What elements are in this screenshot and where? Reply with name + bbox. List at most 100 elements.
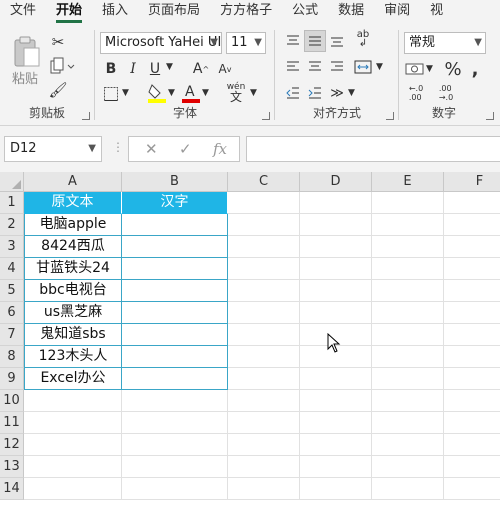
row-header-5[interactable]: 5	[0, 280, 24, 302]
chevron-down-icon[interactable]: ▼	[202, 88, 209, 98]
cell-d10[interactable]	[300, 390, 372, 412]
column-header-c[interactable]: C	[228, 172, 300, 192]
cell-f14[interactable]	[444, 478, 500, 500]
borders-icon[interactable]	[100, 84, 122, 104]
underline-button[interactable]: U	[144, 58, 166, 80]
column-header-d[interactable]: D	[300, 172, 372, 192]
cell-f1[interactable]	[444, 192, 500, 214]
number-format-dropdown[interactable]: 常规 ▼	[404, 32, 486, 54]
row-header-3[interactable]: 3	[0, 236, 24, 258]
tab-home[interactable]: 开始	[46, 0, 92, 24]
phonetic-icon[interactable]: wén 文	[222, 80, 250, 104]
name-box[interactable]: D12 ▼	[4, 136, 102, 162]
cell-b11[interactable]	[122, 412, 228, 434]
cell-b7[interactable]	[122, 324, 228, 346]
font-name-dropdown[interactable]: Microsoft YaHei UI ▼	[100, 32, 222, 54]
cell-a14[interactable]	[24, 478, 122, 500]
copy-icon[interactable]	[48, 56, 76, 76]
cell-d2[interactable]	[300, 214, 372, 236]
cell-b13[interactable]	[122, 456, 228, 478]
decrease-indent-icon[interactable]	[282, 82, 304, 104]
comma-style-icon[interactable]: ,	[464, 58, 486, 80]
chevron-down-icon[interactable]: ▼	[250, 88, 257, 98]
increase-decimal-button[interactable]: ←.0 .00	[404, 82, 428, 104]
row-header-1[interactable]: 1	[0, 192, 24, 214]
cell-e10[interactable]	[372, 390, 444, 412]
select-all-button[interactable]	[0, 172, 24, 192]
row-header-13[interactable]: 13	[0, 456, 24, 478]
cell-f13[interactable]	[444, 456, 500, 478]
alignment-dialog-launcher[interactable]	[386, 112, 394, 120]
increase-indent-icon[interactable]	[304, 82, 326, 104]
cell-d1[interactable]	[300, 192, 372, 214]
cell-e2[interactable]	[372, 214, 444, 236]
cell-d5[interactable]	[300, 280, 372, 302]
formula-bar-drag-handle[interactable]: ⋮	[112, 140, 124, 154]
cell-c13[interactable]	[228, 456, 300, 478]
tab-fangfang-gezi[interactable]: 方方格子	[210, 0, 282, 24]
cell-f12[interactable]	[444, 434, 500, 456]
cell-c7[interactable]	[228, 324, 300, 346]
paste-button[interactable]: 粘贴	[12, 68, 38, 87]
cell-d9[interactable]	[300, 368, 372, 390]
cell-c11[interactable]	[228, 412, 300, 434]
cell-e9[interactable]	[372, 368, 444, 390]
bold-button[interactable]: B	[100, 58, 122, 80]
cell-e7[interactable]	[372, 324, 444, 346]
align-middle-icon[interactable]	[304, 30, 326, 52]
row-header-14[interactable]: 14	[0, 478, 24, 500]
cell-b14[interactable]	[122, 478, 228, 500]
cell-e1[interactable]	[372, 192, 444, 214]
cell-f11[interactable]	[444, 412, 500, 434]
cell-d14[interactable]	[300, 478, 372, 500]
chevron-down-icon[interactable]: ▼	[426, 64, 433, 74]
align-center-icon[interactable]	[304, 56, 326, 78]
tab-review[interactable]: 审阅	[374, 0, 420, 24]
cell-b6[interactable]	[122, 302, 228, 324]
cell-e6[interactable]	[372, 302, 444, 324]
cell-e4[interactable]	[372, 258, 444, 280]
cell-e11[interactable]	[372, 412, 444, 434]
cell-b4[interactable]	[122, 258, 228, 280]
chevron-down-icon[interactable]: ▼	[166, 62, 173, 72]
cell-b1[interactable]: 汉字	[122, 192, 228, 214]
font-dialog-launcher[interactable]	[262, 112, 270, 120]
row-header-6[interactable]: 6	[0, 302, 24, 324]
cell-a6[interactable]: us黑芝麻	[24, 302, 122, 324]
cell-c8[interactable]	[228, 346, 300, 368]
cell-f5[interactable]	[444, 280, 500, 302]
cell-e8[interactable]	[372, 346, 444, 368]
column-header-b[interactable]: B	[122, 172, 228, 192]
cell-c2[interactable]	[228, 214, 300, 236]
cancel-icon[interactable]: ✕	[145, 140, 158, 158]
align-top-icon[interactable]	[282, 30, 304, 52]
row-header-11[interactable]: 11	[0, 412, 24, 434]
text-direction-icon[interactable]: ≫	[326, 82, 348, 104]
font-size-dropdown[interactable]: 11 ▼	[226, 32, 266, 54]
merge-center-icon[interactable]	[352, 56, 374, 78]
align-bottom-icon[interactable]	[326, 30, 348, 52]
formula-input[interactable]	[246, 136, 500, 162]
column-header-a[interactable]: A	[24, 172, 122, 192]
cell-f6[interactable]	[444, 302, 500, 324]
cell-f4[interactable]	[444, 258, 500, 280]
cell-e13[interactable]	[372, 456, 444, 478]
cell-e3[interactable]	[372, 236, 444, 258]
cell-e14[interactable]	[372, 478, 444, 500]
format-painter-icon[interactable]: 🖌	[48, 80, 68, 100]
cell-a9[interactable]: Excel办公	[24, 368, 122, 390]
cell-c6[interactable]	[228, 302, 300, 324]
cell-d6[interactable]	[300, 302, 372, 324]
row-header-8[interactable]: 8	[0, 346, 24, 368]
cell-d12[interactable]	[300, 434, 372, 456]
increase-font-button[interactable]: A ^	[190, 58, 212, 80]
row-header-10[interactable]: 10	[0, 390, 24, 412]
cell-f10[interactable]	[444, 390, 500, 412]
orientation-icon[interactable]: ab ↲	[352, 28, 374, 50]
cell-b9[interactable]	[122, 368, 228, 390]
italic-button[interactable]: I	[122, 58, 144, 80]
align-left-icon[interactable]	[282, 56, 304, 78]
cell-f8[interactable]	[444, 346, 500, 368]
cell-a1[interactable]: 原文本	[24, 192, 122, 214]
decrease-font-button[interactable]: Av	[214, 58, 236, 80]
